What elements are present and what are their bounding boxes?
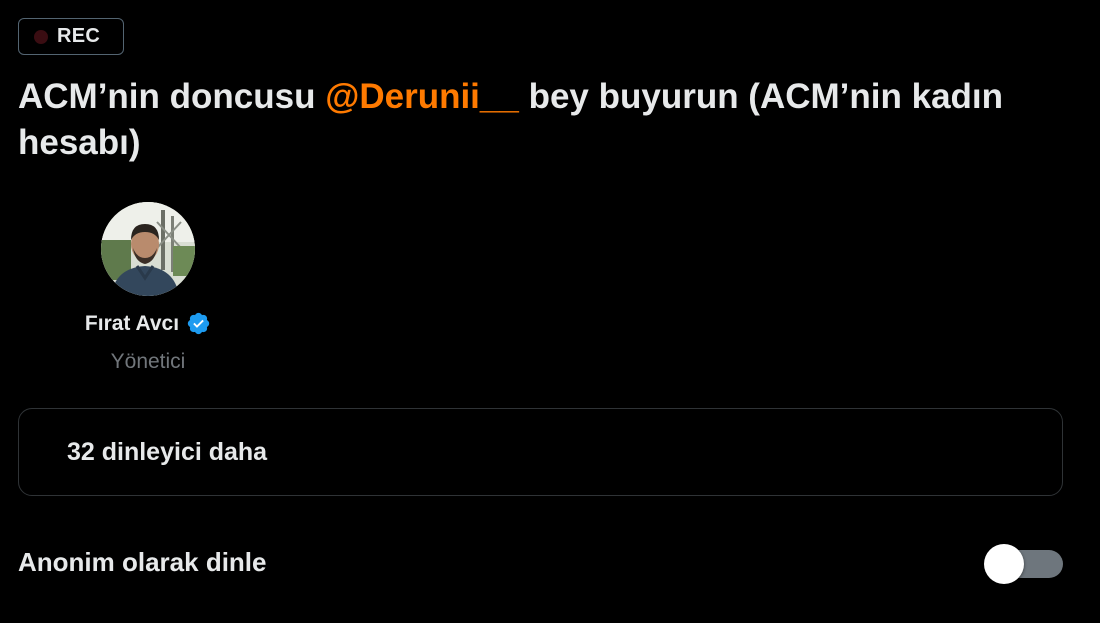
rec-label: REC	[57, 25, 101, 47]
listeners-count: 32 dinleyici daha	[67, 437, 268, 466]
user-avatar-icon	[101, 202, 195, 296]
space-panel: REC ACM’nin doncusu @Derunii__ bey buyur…	[0, 0, 1100, 623]
mention-link[interactable]: @Derunii__	[325, 77, 519, 116]
host-name[interactable]: Fırat Avcı	[85, 312, 179, 336]
space-title: ACM’nin doncusu @Derunii__ bey buyurun (…	[18, 74, 1078, 166]
verified-badge-icon	[186, 311, 211, 336]
host-card[interactable]: Fırat Avcı Yönetici	[62, 202, 234, 374]
avatar[interactable]	[101, 202, 195, 296]
anonymous-listen-toggle[interactable]	[984, 544, 1064, 584]
listeners-card[interactable]: 32 dinleyici daha	[18, 408, 1063, 496]
host-role: Yönetici	[110, 350, 186, 373]
record-dot-icon	[34, 29, 48, 44]
anonymous-listen-label: Anonim olarak dinle	[18, 547, 267, 577]
rec-badge: REC	[18, 18, 124, 55]
title-text-start: ACM’nin doncusu	[18, 77, 326, 116]
toggle-knob[interactable]	[984, 544, 1024, 584]
host-name-row: Fırat Avcı	[85, 311, 211, 336]
